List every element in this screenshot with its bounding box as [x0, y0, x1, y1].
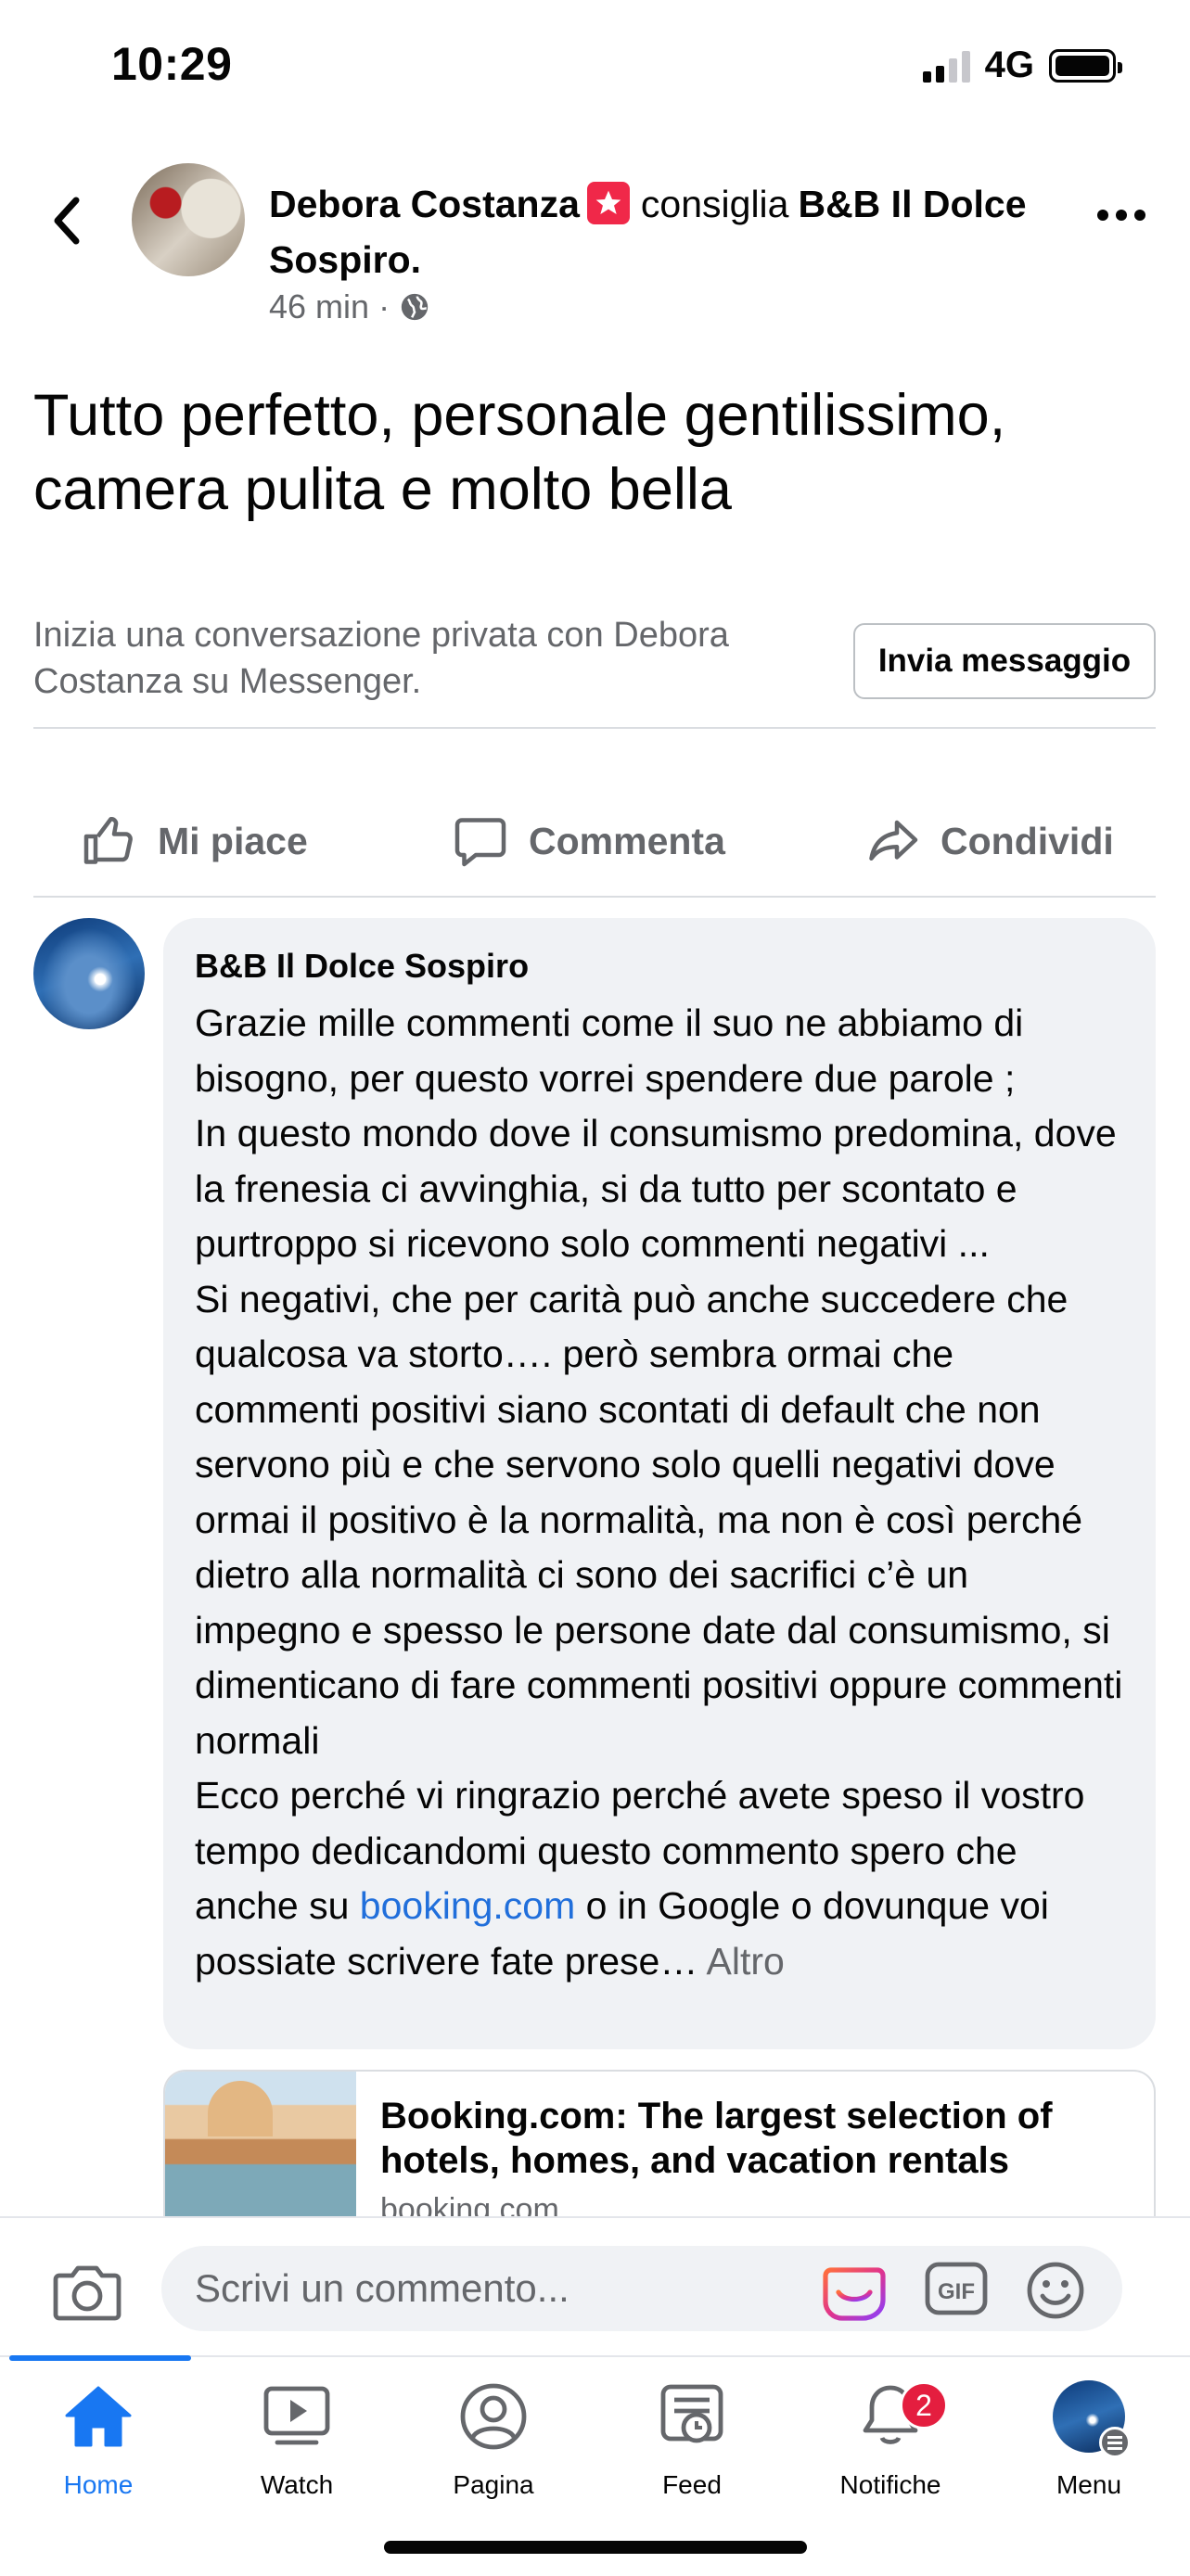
meta-separator: ·: [378, 287, 390, 325]
nav-menu-label: Menu: [1056, 2470, 1122, 2499]
like-button[interactable]: Mi piace: [82, 799, 308, 883]
menu-icon: [1099, 2427, 1131, 2458]
nav-watch[interactable]: Watch: [204, 2379, 390, 2500]
post-actions: Mi piace Commenta Condividi: [0, 799, 1190, 883]
nav-feed-label: Feed: [662, 2470, 722, 2499]
like-label: Mi piace: [158, 819, 308, 862]
gif-icon[interactable]: GIF: [924, 2259, 989, 2318]
nav-menu[interactable]: Menu: [996, 2379, 1182, 2500]
share-label: Condividi: [940, 819, 1114, 862]
comment-composer: GIF: [0, 2216, 1190, 2355]
see-more-link[interactable]: Altro: [697, 1940, 784, 1983]
signal-icon: [922, 49, 970, 83]
menu-avatar: [1053, 2380, 1131, 2458]
post-body-text: Tutto perfetto, personale gentilissimo, …: [33, 383, 1006, 522]
battery-icon: [1049, 48, 1122, 83]
camera-icon[interactable]: [52, 2263, 122, 2322]
status-bar: 10:29 4G: [0, 0, 1190, 139]
post-author-name[interactable]: Debora Costanza: [269, 183, 580, 225]
more-options-icon[interactable]: [1097, 210, 1145, 221]
watch-icon: [263, 2386, 330, 2445]
nav-feed[interactable]: Feed: [599, 2379, 785, 2500]
emoji-icon[interactable]: [1024, 2259, 1087, 2322]
back-icon[interactable]: [45, 193, 91, 249]
send-message-button[interactable]: Invia messaggio: [853, 623, 1156, 699]
globe-icon: [401, 293, 429, 321]
comment-text: Grazie mille commenti come il suo ne abb…: [195, 996, 1124, 1989]
nav-notifications[interactable]: 2 Notifiche: [798, 2379, 983, 2500]
share-button[interactable]: Condividi: [864, 799, 1114, 883]
nav-notifications-label: Notifiche: [839, 2470, 941, 2499]
commenter-avatar[interactable]: [33, 918, 145, 1029]
avatar-sticker-icon[interactable]: [820, 2259, 889, 2324]
notification-badge: 2: [900, 2381, 948, 2429]
nav-page[interactable]: Pagina: [401, 2379, 586, 2500]
network-type: 4G: [984, 45, 1034, 85]
status-time: 10:29: [111, 38, 233, 90]
active-tab-indicator: [9, 2355, 191, 2361]
post-header: Debora Costanza consiglia B&B Il Dolce Sos…: [269, 176, 1039, 287]
thumbs-up-icon: [83, 817, 133, 864]
nav-watch-label: Watch: [260, 2470, 334, 2499]
post-meta: 46 min ·: [269, 287, 430, 326]
link-title: Booking.com: The largest selection of ho…: [380, 2096, 1053, 2181]
author-avatar[interactable]: [132, 163, 245, 276]
link-domain: booking.com: [380, 2192, 559, 2218]
nav-page-label: Pagina: [453, 2470, 534, 2499]
nav-home[interactable]: Home: [6, 2379, 191, 2500]
share-icon: [869, 820, 918, 861]
status-indicators: 4G: [922, 45, 1122, 86]
svg-text:GIF: GIF: [938, 2279, 975, 2304]
comment-text-part: Grazie mille commenti come il suo ne abb…: [195, 1001, 1123, 1927]
comment-bubble: B&B Il Dolce Sospiro Grazie mille commen…: [163, 918, 1156, 2049]
post-time[interactable]: 46 min: [269, 287, 369, 326]
comment-button[interactable]: Commenta: [453, 799, 725, 883]
divider: [33, 896, 1156, 898]
post-verb: consiglia: [640, 183, 789, 225]
messenger-prompt: Inizia una conversazione privata con Deb…: [33, 616, 729, 701]
booking-link[interactable]: booking.com: [360, 1884, 575, 1927]
comment-label: Commenta: [529, 819, 725, 862]
comment-icon: [454, 818, 506, 867]
home-indicator[interactable]: [384, 2541, 807, 2554]
recommendation-star-icon: [586, 182, 630, 224]
link-preview-card[interactable]: Booking.com: The largest selection of ho…: [163, 2070, 1156, 2218]
link-thumbnail: [165, 2072, 356, 2218]
feed-icon: [660, 2384, 723, 2443]
divider: [33, 727, 1156, 729]
profile-icon: [460, 2383, 527, 2450]
comment-author[interactable]: B&B Il Dolce Sospiro: [195, 942, 1124, 990]
nav-home-label: Home: [63, 2470, 134, 2499]
home-icon: [65, 2386, 132, 2447]
